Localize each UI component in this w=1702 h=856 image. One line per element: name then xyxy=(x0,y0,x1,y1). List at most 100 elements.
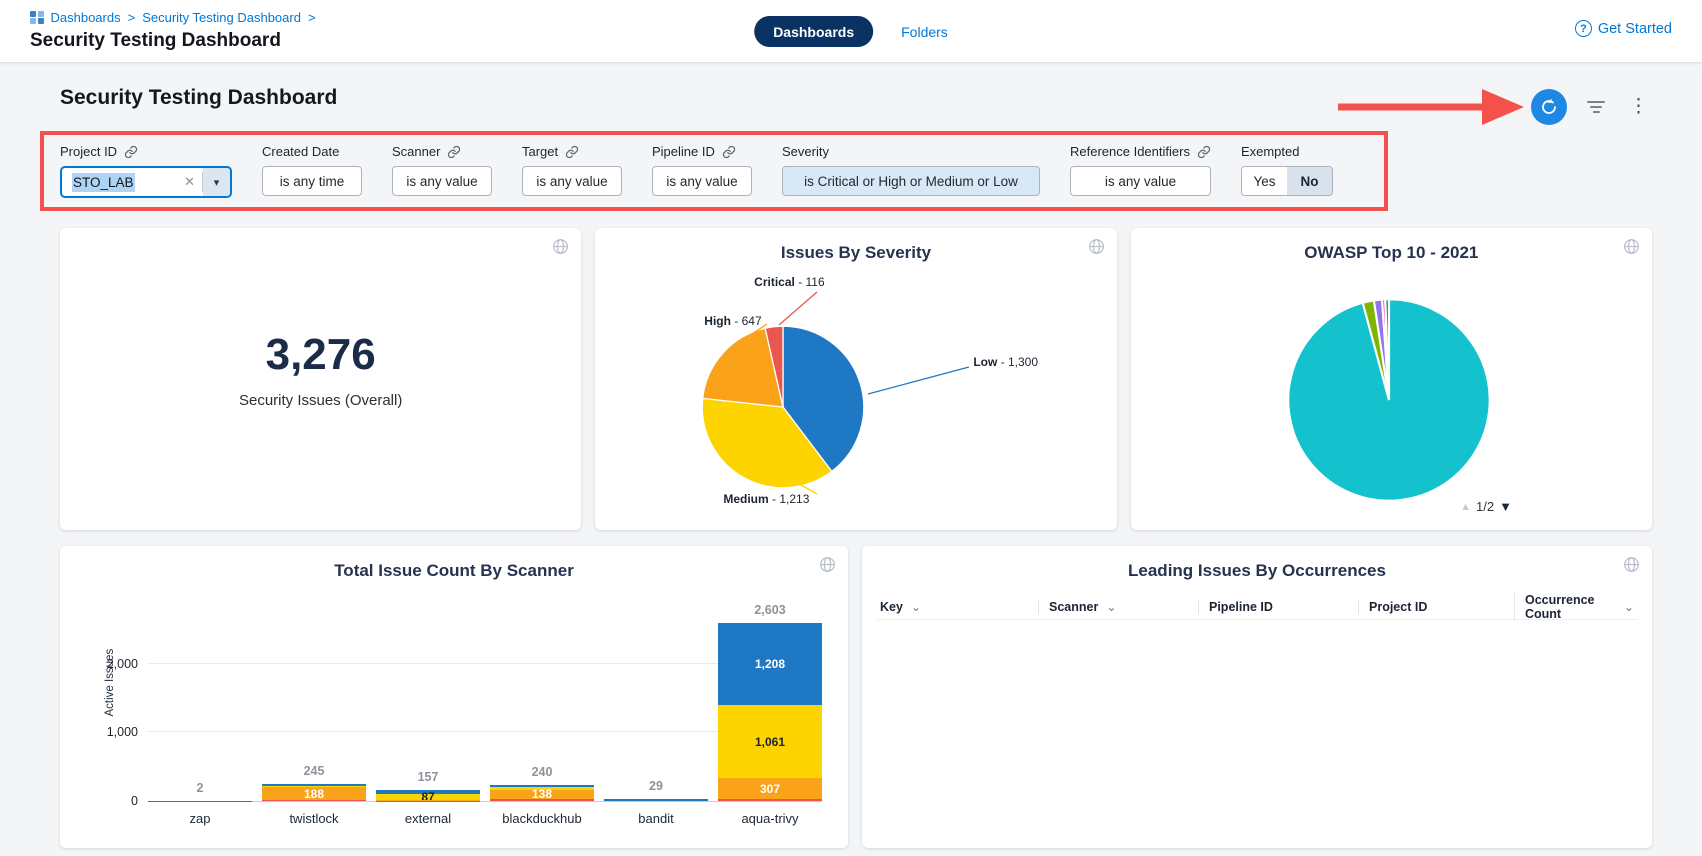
column-header-key[interactable]: Key⌄ xyxy=(876,600,1038,614)
pie-pagination: ▲ 1/2 ▼ xyxy=(1460,499,1512,514)
filter-label: Project ID xyxy=(60,144,117,159)
bar-segment-critical[interactable] xyxy=(262,800,366,801)
table-header-row: Key⌄ Scanner⌄ Pipeline ID Project ID Occ… xyxy=(876,594,1638,620)
column-header-scanner[interactable]: Scanner⌄ xyxy=(1038,600,1198,614)
globe-icon xyxy=(1088,238,1105,255)
project-id-value: STO_LAB xyxy=(72,173,135,192)
scanner-filter-button[interactable]: is any value xyxy=(392,166,492,196)
bar-segment-critical[interactable] xyxy=(718,799,822,801)
bar-segment-label: 1,061 xyxy=(755,736,785,748)
chevron-down-icon[interactable]: ⌄ xyxy=(1624,600,1634,614)
tab-dashboards[interactable]: Dashboards xyxy=(754,16,873,47)
bar-total-label: 2 xyxy=(148,781,252,795)
callout-high: High - 647 xyxy=(704,314,761,328)
exempted-no-button[interactable]: No xyxy=(1287,167,1332,195)
filters-annotation-box: Project ID STO_LAB ✕ ▾ Created Date is a… xyxy=(40,131,1388,211)
globe-icon xyxy=(1623,238,1640,255)
breadcrumb-separator: > xyxy=(128,10,136,25)
created-date-filter-button[interactable]: is any time xyxy=(262,166,362,196)
owasp-pie-chart xyxy=(1283,294,1495,506)
pipeline-id-filter-button[interactable]: is any value xyxy=(652,166,752,196)
bar-segment-label: 188 xyxy=(304,788,324,800)
page-title: Security Testing Dashboard xyxy=(30,30,281,52)
filter-icon[interactable] xyxy=(1583,97,1609,117)
bar-aqua-trivy[interactable]: 3071,0611,2082,603aqua-trivy xyxy=(718,623,822,801)
filter-label: Reference Identifiers xyxy=(1070,144,1190,159)
chevron-down-icon[interactable]: ⌄ xyxy=(1106,600,1116,614)
bar-total-label: 240 xyxy=(490,765,594,779)
refresh-button[interactable] xyxy=(1531,89,1567,125)
clear-filter-icon[interactable]: ✕ xyxy=(177,174,202,190)
chart-title: Total Issue Count By Scanner xyxy=(60,561,848,581)
bar-segment-low[interactable]: 1,208 xyxy=(718,623,822,706)
chart-title: OWASP Top 10 - 2021 xyxy=(1131,243,1652,263)
x-axis-label: aqua-trivy xyxy=(698,811,842,826)
page-indicator: 1/2 xyxy=(1476,499,1494,514)
help-icon: ? xyxy=(1575,20,1592,37)
tab-folders[interactable]: Folders xyxy=(901,24,948,40)
exempted-toggle: Yes No xyxy=(1241,166,1333,196)
kebab-menu-icon[interactable]: ⋮ xyxy=(1625,96,1652,118)
globe-icon xyxy=(819,556,836,573)
link-icon xyxy=(722,145,736,159)
dashboard-canvas: Security Testing Dashboard ⋮ xyxy=(0,62,1702,856)
overall-issues-value: 3,276 xyxy=(60,330,581,380)
severity-filter-button[interactable]: is Critical or High or Medium or Low xyxy=(782,166,1040,196)
bar-segment-critical[interactable] xyxy=(490,799,594,801)
severity-pie-chart xyxy=(698,322,868,492)
filter-created-date: Created Date is any time xyxy=(262,144,362,207)
bar-bandit[interactable]: 29bandit xyxy=(604,799,708,801)
exempted-yes-button[interactable]: Yes xyxy=(1242,167,1287,195)
chevron-down-icon[interactable]: ⌄ xyxy=(911,600,921,614)
bar-total-label: 29 xyxy=(604,779,708,793)
callout-medium: Medium - 1,213 xyxy=(723,492,809,506)
get-started-link[interactable]: Get Started xyxy=(1598,21,1672,37)
tile-total-issue-count-by-scanner: Total Issue Count By Scanner Active Issu… xyxy=(60,546,848,848)
column-header-occurrence-count[interactable]: Occurrence Count⌄ xyxy=(1514,593,1638,621)
filter-exempted: Exempted Yes No xyxy=(1241,144,1333,207)
filter-label: Severity xyxy=(782,144,829,159)
filter-label: Created Date xyxy=(262,144,339,159)
y-tick-label: 2,000 xyxy=(84,657,138,671)
bar-blackduckhub[interactable]: 138240blackduckhub xyxy=(490,785,594,801)
bar-total-label: 245 xyxy=(262,764,366,778)
breadcrumb-current[interactable]: Security Testing Dashboard xyxy=(142,10,301,25)
bar-segment-high[interactable]: 188 xyxy=(262,787,366,800)
tile-owasp-top-10: OWASP Top 10 - 2021 ▲ 1/2 ▼ xyxy=(1131,228,1652,530)
breadcrumb: Dashboards > Security Testing Dashboard … xyxy=(30,10,316,25)
chart-title: Issues By Severity xyxy=(595,243,1116,263)
filter-severity: Severity is Critical or High or Medium o… xyxy=(782,144,1040,207)
bar-segment-label: 1,208 xyxy=(755,658,785,670)
tile-issues-by-severity: Issues By Severity Critical - 116 High -… xyxy=(595,228,1116,530)
bar-twistlock[interactable]: 188245twistlock xyxy=(262,784,366,801)
breadcrumb-dashboards[interactable]: Dashboards xyxy=(51,10,121,25)
bar-segment-label: 307 xyxy=(760,783,780,795)
refresh-icon xyxy=(1540,98,1558,116)
top-navbar: Dashboards > Security Testing Dashboard … xyxy=(0,0,1702,62)
callout-low: Low - 1,300 xyxy=(973,355,1038,369)
page-down-icon[interactable]: ▼ xyxy=(1499,499,1512,514)
filter-label: Scanner xyxy=(392,144,440,159)
bar-segment-low[interactable] xyxy=(604,799,708,801)
bar-segment-high[interactable]: 307 xyxy=(718,778,822,799)
project-id-filter-input[interactable]: STO_LAB ✕ ▾ xyxy=(60,166,232,198)
dropdown-caret-icon[interactable]: ▾ xyxy=(203,168,230,196)
target-filter-button[interactable]: is any value xyxy=(522,166,622,196)
bar-chart: 01,0002,0002zap188245twistlock87157exter… xyxy=(148,610,822,802)
bar-segment-label: 87 xyxy=(421,791,434,803)
breadcrumb-separator: > xyxy=(308,10,316,25)
dashboards-grid-icon xyxy=(30,11,44,25)
reference-identifiers-filter-button[interactable]: is any value xyxy=(1070,166,1211,196)
bar-external[interactable]: 87157external xyxy=(376,790,480,801)
callout-critical: Critical - 116 xyxy=(754,275,824,289)
chart-title: Leading Issues By Occurrences xyxy=(862,561,1652,581)
y-tick-label: 0 xyxy=(84,794,138,808)
bar-segment-high[interactable]: 138 xyxy=(490,790,594,799)
dashboard-title: Security Testing Dashboard xyxy=(60,86,337,110)
column-header-project-id[interactable]: Project ID xyxy=(1358,600,1514,614)
filter-label: Target xyxy=(522,144,558,159)
filter-target: Target is any value xyxy=(522,144,622,207)
column-header-pipeline-id[interactable]: Pipeline ID xyxy=(1198,600,1358,614)
bar-segment-medium[interactable]: 1,061 xyxy=(718,705,822,778)
page-up-icon[interactable]: ▲ xyxy=(1460,501,1471,513)
